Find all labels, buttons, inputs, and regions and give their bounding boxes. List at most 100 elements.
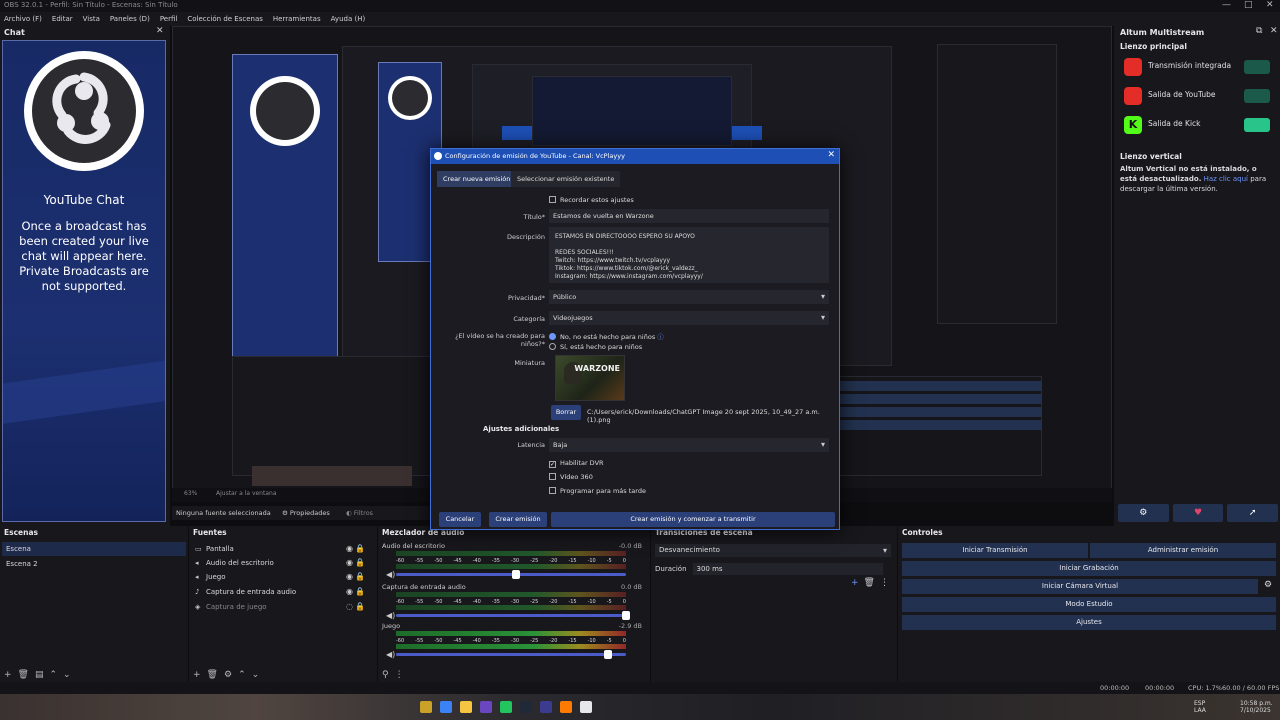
manage-broadcast-button[interactable]: Administrar emisión bbox=[1090, 543, 1276, 558]
menu-profile[interactable]: Perfil bbox=[160, 15, 178, 23]
language-indicator[interactable]: ESP LAA bbox=[1194, 700, 1206, 714]
properties-button[interactable]: ⚙ Propiedades bbox=[282, 509, 330, 517]
eye-icon[interactable]: ◉ bbox=[346, 556, 353, 570]
down-icon[interactable]: ⌄ bbox=[63, 670, 77, 680]
virtual-camera-settings-icon[interactable]: ⚙ bbox=[1264, 580, 1272, 590]
maximize-button[interactable]: □ bbox=[1244, 0, 1253, 10]
description-input[interactable]: ESTAMOS EN DIRECTOOOO ESPERO SU APOYO RE… bbox=[549, 227, 829, 283]
output-toggle[interactable] bbox=[1244, 89, 1270, 103]
up-icon[interactable]: ⌃ bbox=[50, 670, 64, 680]
down-icon[interactable]: ⌄ bbox=[252, 670, 266, 680]
scene-item[interactable]: Escena 2 bbox=[2, 557, 186, 571]
menu-help[interactable]: Ayuda (H) bbox=[331, 15, 366, 23]
source-item[interactable]: ◂ Audio del escritorio ◉ 🔒 bbox=[191, 556, 375, 570]
obs-taskbar-icon[interactable] bbox=[580, 701, 592, 713]
lock-icon[interactable]: 🔒 bbox=[355, 600, 365, 614]
add-icon[interactable]: + bbox=[851, 578, 864, 588]
filters-button[interactable]: ◐ Filtros bbox=[346, 509, 373, 517]
schedule-checkbox[interactable]: Programar para más tarde bbox=[549, 487, 646, 495]
filter-icon[interactable]: ▤ bbox=[35, 670, 50, 680]
lock-icon[interactable]: 🔒 bbox=[355, 542, 365, 556]
tab-new-broadcast[interactable]: Crear nueva emisión bbox=[437, 171, 517, 187]
transition-select[interactable]: Desvanecimiento bbox=[655, 544, 891, 557]
add-icon[interactable]: + bbox=[4, 670, 18, 680]
video360-checkbox[interactable]: Vídeo 360 bbox=[549, 473, 593, 481]
altum-donate-button[interactable]: ♥ bbox=[1172, 504, 1224, 522]
delete-thumbnail-button[interactable]: Borrar bbox=[551, 405, 581, 420]
menu-scene-collection[interactable]: Colección de Escenas bbox=[187, 15, 263, 23]
lock-icon[interactable]: 🔒 bbox=[355, 585, 365, 599]
menu-file[interactable]: Archivo (F) bbox=[4, 15, 42, 23]
scene-item[interactable]: Escena bbox=[2, 542, 186, 556]
source-item[interactable]: ♪ Captura de entrada audio ◉ 🔒 bbox=[191, 585, 375, 599]
trash-icon[interactable]: 🗑 bbox=[207, 670, 224, 680]
volume-knob[interactable] bbox=[603, 650, 612, 659]
clock[interactable]: 10:58 p.m. 7/10/2025 bbox=[1240, 700, 1273, 714]
cancel-button[interactable]: Cancelar bbox=[439, 512, 481, 527]
download-link[interactable]: Haz clic aquí bbox=[1204, 175, 1248, 183]
kids-no-radio[interactable]: No, no está hecho para niños ⓘ bbox=[549, 331, 664, 341]
float-dock-icon[interactable]: ⧉ bbox=[1256, 26, 1262, 36]
volume-slider[interactable] bbox=[396, 570, 626, 579]
output-toggle[interactable] bbox=[1244, 60, 1270, 74]
latency-select[interactable]: Baja bbox=[549, 438, 829, 452]
menu-tools[interactable]: Herramientas bbox=[273, 15, 321, 23]
add-icon[interactable]: + bbox=[193, 670, 207, 680]
source-item[interactable]: ▭ Pantalla ◉ 🔒 bbox=[191, 542, 375, 556]
source-item[interactable]: ◂ Juego ◉ 🔒 bbox=[191, 570, 375, 584]
dvr-checkbox[interactable]: ✓ Habilitar DVR bbox=[549, 459, 604, 468]
speaker-icon[interactable]: ◀) bbox=[386, 611, 395, 620]
menu-edit[interactable]: Editar bbox=[52, 15, 73, 23]
studio-mode-button[interactable]: Modo Estudio bbox=[902, 597, 1276, 612]
remember-settings-checkbox[interactable]: Recordar estos ajustes bbox=[549, 196, 634, 204]
eye-icon[interactable]: ◉ bbox=[346, 542, 353, 556]
edge-icon[interactable] bbox=[440, 701, 452, 713]
start-stream-button[interactable]: Iniciar Transmisión bbox=[902, 543, 1088, 558]
eye-icon[interactable]: ◉ bbox=[346, 585, 353, 599]
fit-to-window[interactable]: Ajustar a la ventana bbox=[216, 490, 277, 497]
illustrator-icon[interactable] bbox=[560, 701, 572, 713]
title-input[interactable]: Estamos de vuelta en Warzone bbox=[549, 209, 829, 223]
start-recording-button[interactable]: Iniciar Grabación bbox=[902, 561, 1276, 576]
volume-knob[interactable] bbox=[511, 570, 520, 579]
privacy-select[interactable]: Público bbox=[549, 290, 829, 304]
output-toggle[interactable] bbox=[1244, 118, 1270, 132]
speaker-icon[interactable]: ◀) bbox=[386, 650, 395, 659]
volume-slider[interactable] bbox=[396, 611, 630, 620]
eye-icon[interactable]: ◉ bbox=[346, 570, 353, 584]
create-and-start-button[interactable]: Crear emisión y comenzar a transmitir bbox=[551, 512, 835, 527]
menu-docks[interactable]: Paneles (D) bbox=[110, 15, 150, 23]
lock-icon[interactable]: 🔒 bbox=[355, 570, 365, 584]
duration-input[interactable]: 300 ms bbox=[692, 563, 883, 575]
gear-icon[interactable]: ⚙ bbox=[224, 670, 238, 680]
eye-icon[interactable]: ◌ bbox=[346, 600, 353, 614]
trash-icon[interactable]: 🗑 bbox=[18, 670, 35, 680]
up-icon[interactable]: ⌃ bbox=[238, 670, 252, 680]
start-virtual-camera-button[interactable]: Iniciar Cámara Virtual bbox=[902, 579, 1258, 594]
tab-existing-broadcast[interactable]: Seleccionar emisión existente bbox=[511, 171, 621, 187]
discord-icon[interactable] bbox=[480, 701, 492, 713]
volume-slider[interactable] bbox=[396, 650, 626, 659]
close-icon[interactable]: ✕ bbox=[827, 150, 835, 160]
more-icon[interactable]: ⋮ bbox=[395, 670, 410, 680]
chrome-icon[interactable] bbox=[460, 701, 472, 713]
altum-share-button[interactable]: ➚ bbox=[1227, 504, 1279, 522]
minimize-button[interactable]: — bbox=[1222, 0, 1231, 10]
more-icon[interactable]: ⋮ bbox=[880, 578, 894, 588]
source-item[interactable]: ◈ Captura de juego ◌ 🔒 bbox=[191, 600, 375, 614]
whatsapp-icon[interactable] bbox=[500, 701, 512, 713]
close-dock-icon[interactable]: ✕ bbox=[1270, 26, 1278, 36]
zoom-level[interactable]: 63% bbox=[184, 490, 197, 497]
close-dock-icon[interactable]: ✕ bbox=[156, 26, 164, 36]
close-button[interactable]: ✕ bbox=[1266, 0, 1274, 10]
premiere-icon[interactable] bbox=[540, 701, 552, 713]
volume-knob[interactable] bbox=[622, 611, 630, 620]
lock-icon[interactable]: 🔒 bbox=[355, 556, 365, 570]
category-select[interactable]: Videojuegos bbox=[549, 311, 829, 325]
settings-button[interactable]: Ajustes bbox=[902, 615, 1276, 630]
speaker-icon[interactable]: ◀) bbox=[386, 570, 395, 579]
altum-settings-button[interactable]: ⚙ bbox=[1118, 504, 1169, 522]
menu-view[interactable]: Vista bbox=[83, 15, 100, 23]
steam-icon[interactable] bbox=[520, 701, 532, 713]
link-icon[interactable]: ⚲ bbox=[382, 670, 395, 680]
